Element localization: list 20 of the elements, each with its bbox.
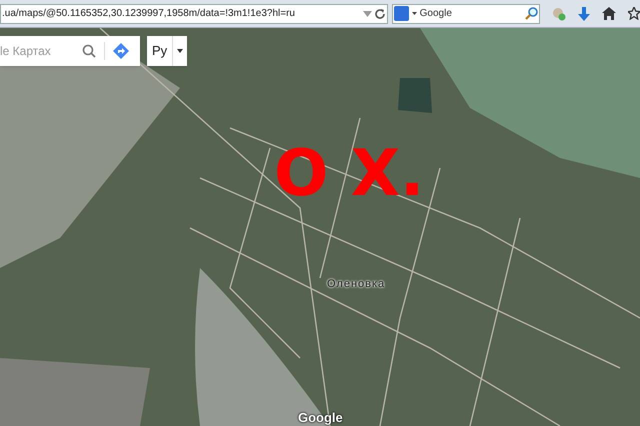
search-input[interactable]: le Картах — [0, 42, 80, 60]
search-box[interactable]: le Картах — [0, 36, 140, 66]
handwritten-annotation: O X. — [274, 142, 424, 206]
star-icon[interactable] — [628, 7, 640, 20]
url-text: .ua/maps/@50.1165352,30.1239997,1958m/data=!3m1!1e3?hl=ru — [2, 7, 296, 21]
search-icon[interactable] — [82, 44, 96, 58]
reload-icon[interactable] — [374, 8, 386, 20]
download-icon[interactable] — [578, 6, 590, 20]
search-engine-icon[interactable] — [394, 6, 409, 21]
place-label: Оленовка — [327, 277, 386, 292]
caret-icon[interactable] — [412, 12, 417, 15]
directions-icon[interactable] — [113, 43, 129, 59]
home-icon[interactable] — [602, 7, 616, 20]
search-engine-name: Google — [420, 7, 453, 21]
address-bar[interactable]: .ua/maps/@50.1165352,30.1239997,1958m/data=!3m1!1e3?hl=ru — [0, 4, 388, 24]
search-bar[interactable]: Google — [392, 4, 540, 24]
dropdown-icon[interactable] — [362, 10, 372, 16]
caret-icon — [177, 49, 184, 53]
language-selector[interactable]: Ру — [147, 36, 187, 66]
search-icon[interactable] — [525, 7, 538, 20]
